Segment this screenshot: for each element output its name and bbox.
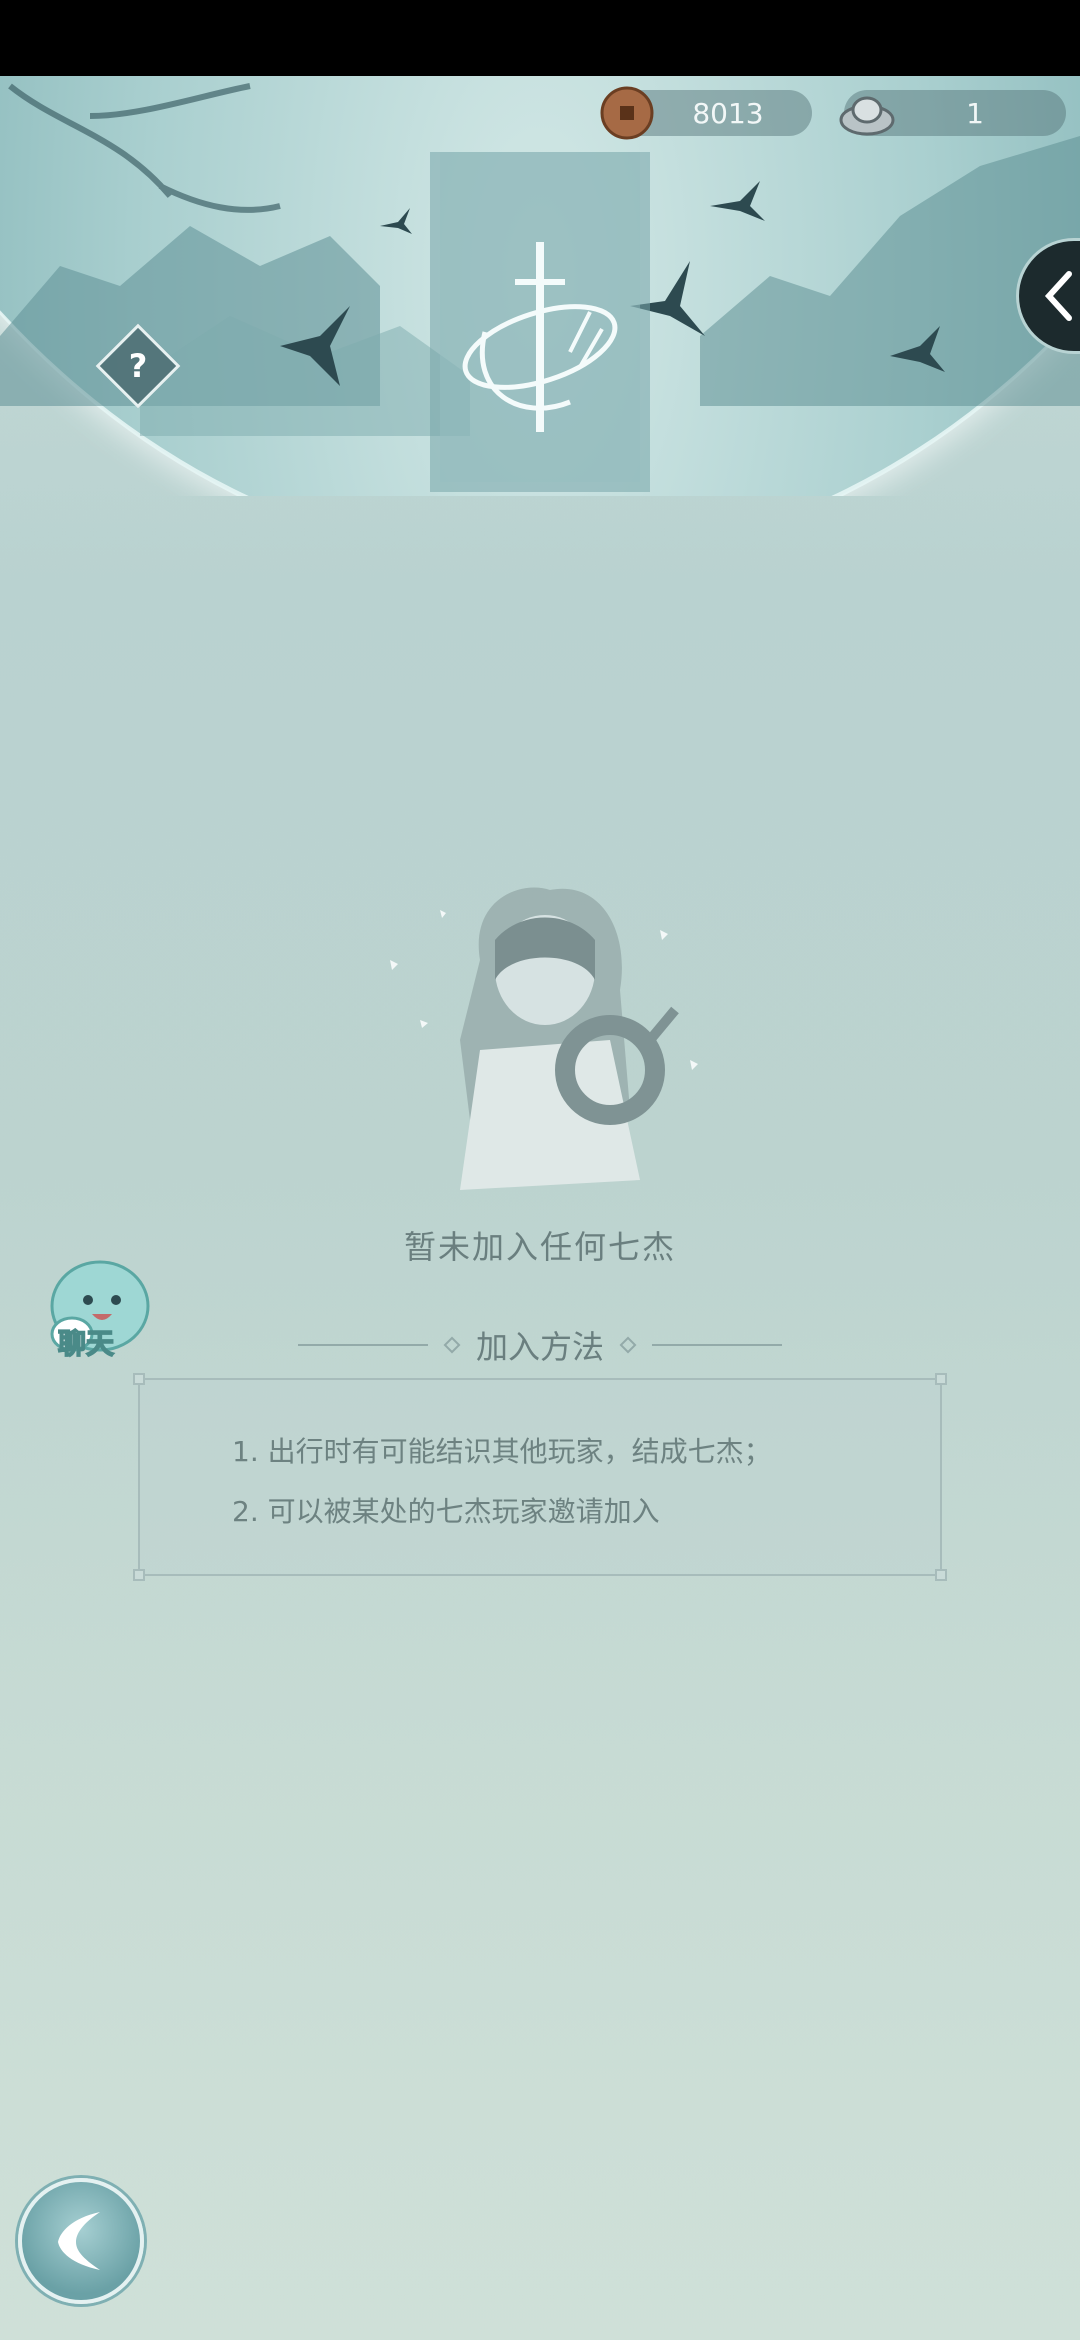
chevron-left-icon (1044, 271, 1072, 321)
join-method-panel: 1. 出行时有可能结识其他玩家，结成七杰； 2. 可以被某处的七杰玩家邀请加入 (133, 1373, 947, 1581)
header-banner: 8013 1 (0, 76, 1080, 496)
empty-state-illustration (330, 840, 750, 1220)
status-bar (0, 0, 1080, 76)
silver-ingot-counter: 1 (839, 90, 1066, 136)
back-button[interactable] (18, 2178, 144, 2304)
silver-ingot-icon (839, 96, 895, 136)
copper-coin-icon (600, 86, 654, 140)
empty-state-message: 暂未加入任何七杰 (403, 1228, 676, 1266)
copper-coin-counter: 8013 (600, 86, 812, 140)
question-icon: ? (128, 347, 148, 385)
seven-heroes-emblem (430, 152, 650, 496)
join-method-heading: 加入方法 (0, 1320, 1080, 1370)
join-method-item-2: 2. 可以被某处的七杰玩家邀请加入 (232, 1495, 660, 1528)
join-method-title: 加入方法 (475, 1328, 604, 1366)
join-method-item-1: 1. 出行时有可能结识其他玩家，结成七杰； (232, 1435, 772, 1468)
back-arrow-icon (58, 2212, 100, 2270)
